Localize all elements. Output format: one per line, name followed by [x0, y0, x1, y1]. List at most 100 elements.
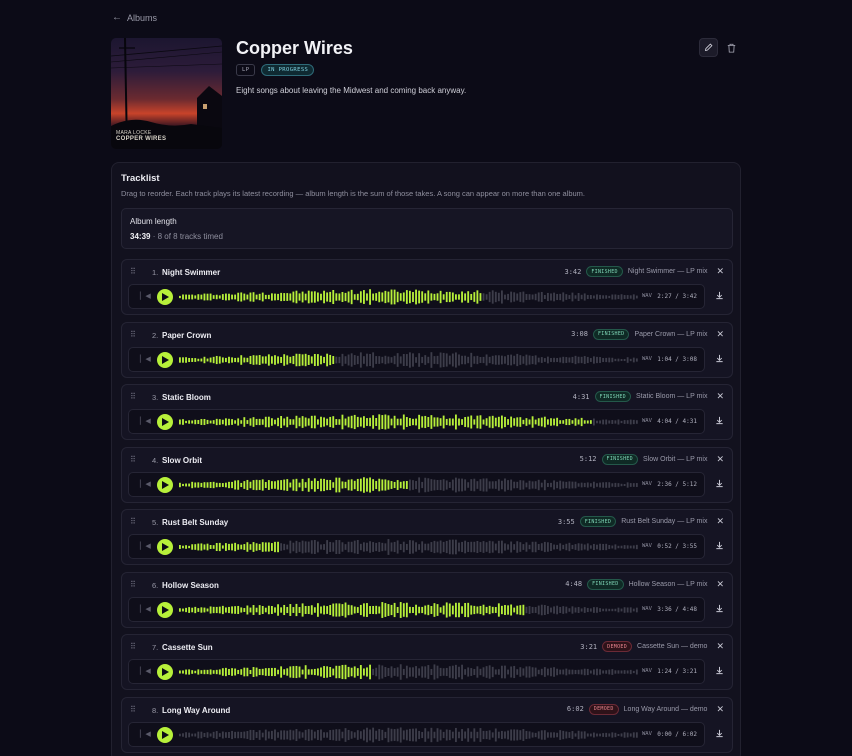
waveform-bar [369, 605, 371, 614]
download-icon[interactable] [715, 291, 724, 300]
track-number: 1. [152, 268, 159, 277]
remove-track-icon[interactable]: ✕ [716, 579, 724, 590]
track-recording-name[interactable]: Static Bloom — LP mix [636, 393, 707, 400]
track-row[interactable]: ⠿ 6. Hollow Season 4:48 FINISHED Hollow … [121, 571, 733, 628]
waveform-bar [605, 732, 608, 737]
waveform-bar [593, 732, 595, 737]
waveform-scrubber[interactable] [179, 412, 639, 432]
play-button[interactable] [157, 601, 173, 618]
download-icon[interactable] [715, 604, 724, 613]
remove-track-icon[interactable]: ✕ [716, 266, 724, 277]
drag-handle-icon[interactable]: ⠿ [130, 705, 136, 714]
download-icon[interactable] [715, 354, 724, 363]
waveform-bar [228, 668, 230, 676]
waveform-bar [534, 606, 537, 613]
waveform-bar [200, 543, 203, 551]
track-row[interactable]: ⠿ 7. Cassette Sun 3:21 DEMOED Cassette S… [121, 634, 733, 690]
waveform-bar [347, 416, 350, 428]
skip-back-icon[interactable]: ▏◀ [140, 292, 151, 300]
track-row[interactable]: ⠿ 4. Slow Orbit 5:12 FINISHED Slow Orbit… [121, 446, 733, 503]
drag-handle-icon[interactable]: ⠿ [130, 330, 136, 339]
drag-handle-icon[interactable]: ⠿ [130, 517, 136, 526]
waveform-bar [513, 607, 516, 612]
waveform-bar [482, 730, 485, 739]
delete-album-button[interactable] [724, 38, 739, 57]
waveform-scrubber[interactable] [179, 600, 639, 620]
waveform-bar [317, 292, 319, 302]
download-icon[interactable] [715, 541, 724, 550]
track-recording-name[interactable]: Hollow Season — LP mix [629, 581, 708, 588]
skip-back-icon[interactable]: ▏◀ [140, 355, 151, 363]
waveform-bar [271, 480, 273, 489]
remove-track-icon[interactable]: ✕ [716, 391, 724, 402]
download-icon[interactable] [715, 479, 724, 488]
waveform-bar [629, 732, 632, 737]
play-button[interactable] [157, 414, 173, 430]
waveform-bar [261, 732, 264, 737]
playback-time: 0:00 / 6:02 [657, 730, 697, 738]
drag-handle-icon[interactable]: ⠿ [130, 392, 136, 401]
drag-handle-icon[interactable]: ⠿ [130, 455, 136, 464]
waveform-bar [399, 726, 402, 743]
play-button[interactable] [157, 726, 173, 743]
remove-track-icon[interactable]: ✕ [716, 454, 724, 465]
waveform-bar [329, 479, 332, 490]
download-icon[interactable] [715, 666, 724, 675]
edit-album-button[interactable] [699, 38, 718, 57]
waveform-bar [479, 415, 482, 429]
waveform-bar [396, 291, 399, 303]
waveform-scrubber[interactable] [179, 537, 639, 557]
skip-back-icon[interactable]: ▏◀ [140, 542, 151, 550]
waveform-bar [485, 353, 488, 366]
track-recording-name[interactable]: Long Way Around — demo [624, 706, 708, 713]
waveform-scrubber[interactable] [179, 350, 639, 370]
play-button[interactable] [157, 289, 173, 305]
track-row[interactable]: ⠿ 5. Rust Belt Sunday 3:55 FINISHED Rust… [121, 509, 733, 565]
track-row[interactable]: ⠿ 2. Paper Crown 3:08 FINISHED Paper Cro… [121, 321, 733, 378]
remove-track-icon[interactable]: ✕ [716, 329, 724, 340]
skip-back-icon[interactable]: ▏◀ [140, 730, 151, 738]
download-icon[interactable] [715, 729, 724, 738]
track-recording-name[interactable]: Cassette Sun — demo [637, 643, 707, 650]
waveform-bar [412, 479, 414, 490]
waveform-scrubber[interactable] [179, 725, 639, 745]
back-to-albums-link[interactable]: ← Albums [112, 12, 157, 23]
play-button[interactable] [157, 351, 173, 368]
remove-track-icon[interactable]: ✕ [716, 641, 724, 652]
waveform-bar [458, 731, 460, 738]
download-icon[interactable] [715, 416, 724, 425]
skip-back-icon[interactable]: ▏◀ [140, 667, 151, 675]
track-recording-name[interactable]: Paper Crown — LP mix [634, 331, 707, 338]
remove-track-icon[interactable]: ✕ [716, 704, 724, 715]
skip-back-icon[interactable]: ▏◀ [140, 417, 151, 425]
waveform-bar [519, 292, 522, 302]
remove-track-icon[interactable]: ✕ [716, 516, 724, 527]
skip-back-icon[interactable]: ▏◀ [140, 480, 151, 488]
drag-handle-icon[interactable]: ⠿ [130, 580, 136, 589]
waveform-bar [298, 606, 301, 613]
track-recording-name[interactable]: Rust Belt Sunday — LP mix [621, 518, 707, 525]
track-recording-name[interactable]: Night Swimmer — LP mix [628, 268, 708, 275]
track-recording-name[interactable]: Slow Orbit — LP mix [643, 456, 707, 463]
waveform-bar [200, 606, 203, 613]
track-row[interactable]: ⠿ 8. Long Way Around 6:02 DEMOED Long Wa… [121, 696, 733, 753]
waveform-bar [623, 731, 626, 738]
waveform-scrubber[interactable] [179, 287, 639, 307]
play-button[interactable] [157, 664, 173, 680]
waveform-bar [485, 730, 488, 739]
waveform-bar [559, 480, 562, 489]
waveform-bar [626, 295, 629, 299]
waveform-bar [565, 668, 568, 676]
waveform-scrubber[interactable] [179, 475, 639, 495]
track-row[interactable]: ⠿ 3. Static Bloom 4:31 FINISHED Static B… [121, 384, 733, 440]
track-duration: 3:08 [571, 330, 588, 338]
drag-handle-icon[interactable]: ⠿ [130, 642, 136, 651]
skip-back-icon[interactable]: ▏◀ [140, 605, 151, 613]
track-row[interactable]: ⠿ 1. Night Swimmer 3:42 FINISHED Night S… [121, 259, 733, 315]
drag-handle-icon[interactable]: ⠿ [130, 267, 136, 276]
status-badge: IN PROGRESS [261, 64, 315, 76]
waveform-scrubber[interactable] [179, 662, 639, 682]
play-button[interactable] [157, 539, 173, 555]
play-button[interactable] [157, 476, 173, 493]
waveform-bar [513, 418, 516, 426]
